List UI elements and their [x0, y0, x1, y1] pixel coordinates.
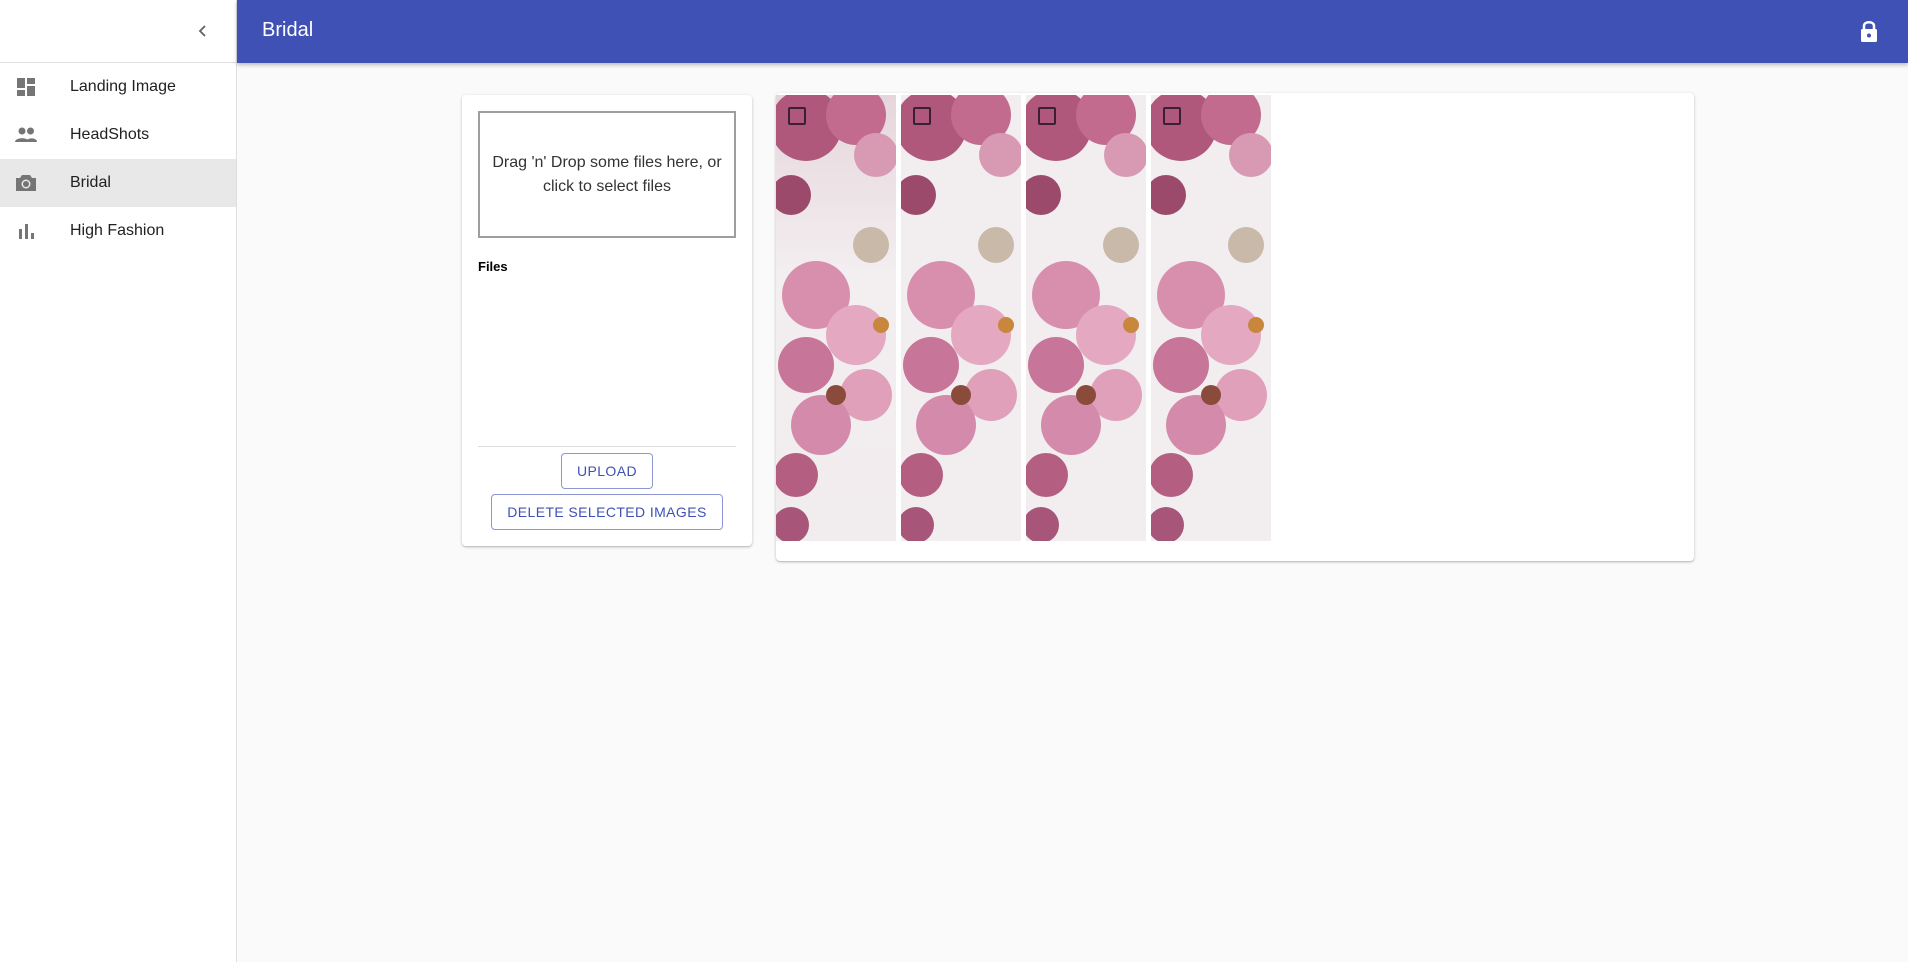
sidebar-item-label: Landing Image [70, 78, 176, 95]
bar-chart-icon [14, 219, 38, 243]
lock-icon[interactable] [1856, 17, 1882, 45]
gallery-image[interactable] [901, 95, 1021, 541]
sidebar-item-landing-image[interactable]: Landing Image [0, 63, 236, 111]
sidebar-item-label: Bridal [70, 174, 111, 191]
select-checkbox[interactable] [788, 107, 806, 125]
camera-icon [14, 171, 38, 195]
sidebar: Landing Image HeadShots Bridal High Fash… [0, 0, 237, 962]
people-icon [14, 123, 38, 147]
app-bar: Bridal [237, 0, 1908, 63]
blossom-photo [901, 95, 1021, 541]
blossom-photo [1151, 95, 1271, 541]
select-checkbox[interactable] [913, 107, 931, 125]
sidebar-item-label: High Fashion [70, 222, 165, 239]
sidebar-item-headshots[interactable]: HeadShots [0, 111, 236, 159]
divider [478, 446, 736, 447]
dashboard-icon [14, 75, 38, 99]
delete-selected-images-button[interactable]: DELETE SELECTED IMAGES [491, 494, 723, 530]
file-dropzone[interactable]: Drag 'n' Drop some files here, or click … [478, 111, 736, 238]
page-title: Bridal [262, 19, 314, 41]
files-heading: Files [478, 259, 508, 274]
sidebar-header [0, 0, 236, 63]
select-checkbox[interactable] [1163, 107, 1181, 125]
image-gallery [776, 93, 1694, 561]
sidebar-item-high-fashion[interactable]: High Fashion [0, 207, 236, 255]
upload-button[interactable]: UPLOAD [561, 453, 653, 489]
upload-card: Drag 'n' Drop some files here, or click … [462, 95, 752, 546]
sidebar-item-bridal[interactable]: Bridal [0, 159, 236, 207]
gallery-image[interactable] [1151, 95, 1271, 541]
blossom-photo [776, 95, 896, 541]
select-checkbox[interactable] [1038, 107, 1056, 125]
dropzone-text: Drag 'n' Drop some files here, or click … [492, 153, 722, 195]
gallery-image[interactable] [1026, 95, 1146, 541]
sidebar-item-label: HeadShots [70, 126, 150, 143]
chevron-left-icon[interactable] [188, 16, 218, 46]
blossom-photo [1026, 95, 1146, 541]
gallery-image[interactable] [776, 95, 896, 541]
